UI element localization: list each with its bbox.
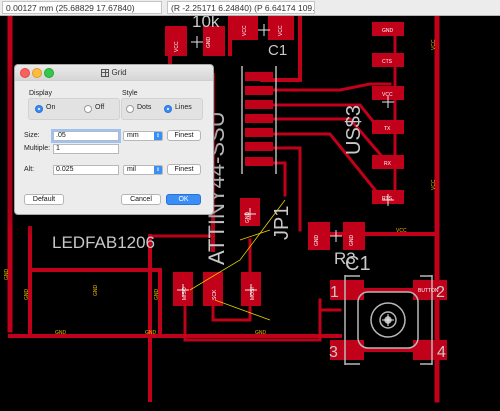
silk-label-c1: C1: [345, 253, 371, 275]
net-label: GND: [145, 330, 157, 336]
copper-trace: [263, 117, 388, 163]
ic-pad: [245, 86, 273, 95]
coordinate-readout-mm: 0.00127 mm (25.68829 17.67840): [2, 1, 162, 14]
grid-icon: [101, 68, 110, 77]
multiple-label: Multiple:: [24, 145, 51, 152]
net-label: VCC: [431, 179, 437, 190]
pad-label: CTS: [382, 59, 393, 65]
status-bar: 0.00127 mm (25.68829 17.67840) (R -2.251…: [0, 0, 500, 16]
display-on-radio[interactable]: [35, 105, 43, 113]
silk-label-c1-top: C1: [268, 42, 287, 59]
pad-label: GND: [382, 28, 394, 34]
copper-trace: [263, 82, 392, 92]
net-label: GND: [24, 289, 30, 301]
style-dots-radio[interactable]: [126, 105, 134, 113]
pad-label: BUTTON: [418, 288, 439, 294]
alt-label: Alt:: [24, 166, 35, 173]
ic-pad: [245, 157, 273, 166]
copper-trace: [28, 268, 162, 338]
pad-label: GND: [349, 235, 355, 247]
ic-pad: [245, 100, 273, 109]
pad-label: TX: [384, 126, 391, 132]
net-label: GND: [4, 269, 10, 281]
display-off-label: Off: [95, 104, 105, 111]
dialog-titlebar[interactable]: Grid: [15, 65, 213, 81]
style-group: Dots Lines: [121, 98, 203, 120]
style-lines-label: Lines: [175, 104, 192, 111]
silk-label-us3: US$3: [343, 105, 365, 155]
net-label: VCC: [396, 228, 407, 234]
pad-label: GND: [206, 37, 212, 49]
size-label: Size:: [24, 132, 40, 139]
cancel-button[interactable]: Cancel: [121, 194, 161, 205]
size-unit-value: mm: [127, 132, 139, 139]
chevron-updown-icon: ⇕: [154, 132, 162, 140]
style-dots-label: Dots: [137, 104, 152, 111]
ok-button[interactable]: OK: [166, 194, 201, 205]
display-group-label: Display: [29, 90, 52, 97]
pad-label: GND: [245, 212, 251, 224]
pad-label: MOSI: [250, 287, 256, 300]
copper-trace: [263, 161, 287, 197]
display-on-label: On: [46, 104, 56, 111]
silk-label-jp1: JP1: [271, 206, 293, 240]
pad-label: VCC: [278, 25, 284, 36]
alt-finest-button[interactable]: Finest: [167, 164, 201, 175]
chevron-updown-icon: ⇕: [154, 166, 162, 174]
display-off-radio[interactable]: [84, 105, 92, 113]
net-label: GND: [55, 330, 67, 336]
silk-label-pin3: 3: [329, 344, 338, 361]
style-group-label: Style: [122, 90, 138, 97]
alt-unit-select[interactable]: mil ⇕: [123, 165, 163, 175]
style-lines-radio[interactable]: [164, 105, 172, 113]
pad-label: VCC: [382, 92, 393, 98]
pad-label: MISO: [182, 287, 188, 300]
airwire: [239, 229, 271, 241]
silk-label-pin1: 1: [330, 284, 339, 301]
dialog-title: Grid: [111, 68, 127, 77]
net-label: VCC: [431, 39, 437, 50]
ic-pad: [245, 72, 273, 81]
pad-label: GND: [314, 235, 320, 247]
alt-input[interactable]: 0.025: [53, 165, 119, 175]
silk-label-led: LEDFAB1206: [52, 233, 155, 252]
ic-pad: [245, 114, 273, 123]
size-input[interactable]: .05: [53, 131, 119, 141]
coordinate-readout-polar: (R -2.25171 6.24840) (P 6.64174 109.8174…: [167, 1, 315, 14]
ic-pad: [245, 128, 273, 137]
pad-label: RTS: [382, 196, 393, 202]
silk-label-pin4: 4: [437, 344, 446, 361]
size-unit-select[interactable]: mm ⇕: [123, 131, 163, 141]
default-button[interactable]: Default: [24, 194, 64, 205]
pad-label: VCC: [174, 41, 180, 52]
alt-unit-value: mil: [127, 166, 136, 173]
grid-dialog: Grid Display On Off Style Dots Lines Siz…: [14, 64, 214, 215]
display-group: On Off: [28, 98, 120, 120]
multiple-input[interactable]: 1: [53, 144, 119, 154]
size-finest-button[interactable]: Finest: [167, 130, 201, 141]
silk-label-10k: 10k: [192, 16, 220, 31]
net-label: GND: [93, 285, 99, 297]
pad-label: VCC: [242, 25, 248, 36]
pad-label: SCK: [212, 289, 218, 300]
ic-pad: [245, 142, 273, 151]
pad-label: RX: [384, 161, 392, 167]
net-label: GND: [255, 330, 267, 336]
net-label: GND: [154, 289, 160, 301]
